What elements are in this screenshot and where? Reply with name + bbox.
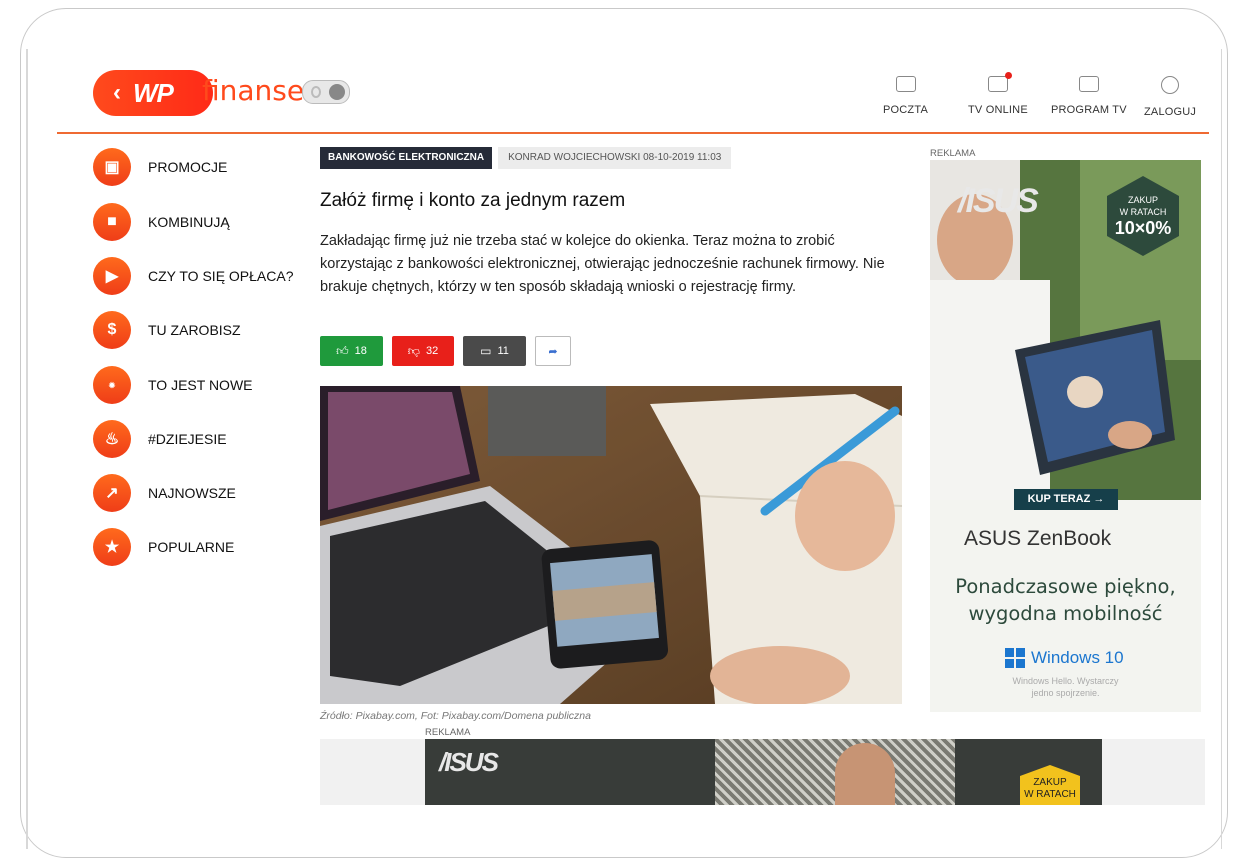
nav-label: POCZTA — [883, 104, 928, 116]
ad-label: REKLAMA — [930, 148, 976, 159]
mail-icon — [895, 76, 916, 92]
dollar-icon: $ — [93, 311, 131, 349]
sidebar-item-to-jest-nowe[interactable]: ✹ TO JEST NOWE — [93, 366, 253, 404]
windows-label: Windows 10 — [1031, 648, 1124, 667]
wp-logo: WP — [133, 77, 174, 108]
asus-logo: /ISUS — [958, 182, 1039, 220]
category-tag[interactable]: BANKOWOŚĆ ELEKTRONICZNA — [320, 147, 493, 169]
wallet-icon: ▣ — [93, 148, 131, 186]
ad-tagline-line: Ponadczasowe piękno, — [955, 575, 1176, 598]
fine-line: jedno spojrzenie. — [1031, 688, 1100, 698]
ad-model-image — [835, 743, 895, 805]
ad-tagline: Ponadczasowe piękno, wygodna mobilność — [930, 573, 1201, 627]
sidebar-item-label: KOMBINUJĄ — [148, 214, 230, 230]
back-arrow-icon[interactable]: ‹ — [113, 79, 121, 107]
share-button[interactable]: ➦ — [535, 336, 571, 366]
nav-zaloguj[interactable]: ZALOGUJ — [1144, 76, 1196, 118]
browser-viewport: ‹ WP finanse POCZTA TV ONLINE PROGRAM TV… — [57, 68, 1209, 805]
nav-label: PROGRAM TV — [1051, 104, 1127, 116]
fire-icon: ♨ — [93, 420, 131, 458]
sidebar-item-popularne[interactable]: ★ POPULARNE — [93, 528, 234, 566]
ad-brand: ASUS ZenBook — [964, 527, 1112, 550]
sidebar-item-label: CZY TO SIĘ OPŁACA? — [148, 268, 294, 284]
windows-badge: Windows 10 — [1005, 648, 1124, 668]
installment-badge: ZAKUP W RATACH — [1020, 765, 1080, 805]
sidebar-item-label: PROMOCJE — [148, 159, 228, 175]
dislike-count: 32 — [425, 345, 439, 357]
ad-tagline-line: wygodna mobilność — [968, 602, 1163, 625]
toggle-knob — [329, 84, 345, 100]
live-dot — [1004, 72, 1012, 79]
sidebar-item-promocje[interactable]: ▣ PROMOCJE — [93, 148, 227, 186]
windows-logo-icon — [1005, 648, 1025, 668]
thumbs-down-icon: 👎︎ — [407, 343, 420, 358]
sidebar-item-tu-zarobisz[interactable]: $ TU ZAROBISZ — [93, 311, 241, 349]
bottom-ad-banner[interactable]: /ISUS ZAKUP W RATACH — [320, 739, 1205, 805]
sidebar-item-label: POPULARNE — [148, 539, 235, 555]
tv-online-icon — [987, 72, 1012, 92]
ad-label: REKLAMA — [425, 727, 471, 738]
nav-poczta[interactable]: POCZTA — [883, 76, 928, 116]
nav-label: ZALOGUJ — [1144, 106, 1197, 118]
sidebar-item-label: #DZIEJESIE — [148, 431, 227, 447]
article-title[interactable]: Załóż firmę i konto za jednym razem — [320, 190, 625, 212]
ad-fine-print: Windows Hello. Wystarczy jedno spojrzeni… — [930, 675, 1201, 699]
reaction-bar: 👍︎ 18 👎︎ 32 ▭ 11 ➦ — [320, 336, 580, 366]
share-icon: ➦ — [548, 345, 558, 358]
comment-icon: ▭ — [480, 344, 492, 358]
badge-caption: ZAKUP W RATACH — [1119, 195, 1167, 217]
article-image-illustration — [320, 386, 902, 704]
section-logo[interactable]: finanse — [202, 74, 304, 107]
comment-count: 11 — [497, 345, 509, 357]
sidebar-item-czy-to-sie-oplaca[interactable]: ▶ CZY TO SIĘ OPŁACA? — [93, 257, 294, 295]
thumbs-up-icon: 👍︎ — [336, 343, 349, 358]
wp-logo-button[interactable]: ‹ WP — [93, 70, 213, 116]
image-caption: Źródło: Pixabay.com, Fot: Pixabay.com/Do… — [320, 710, 591, 722]
theme-toggle[interactable] — [302, 80, 350, 104]
trending-up-icon: ↗ — [93, 474, 131, 512]
sidebar-item-dziejesie[interactable]: ♨ #DZIEJESIE — [93, 420, 227, 458]
nav-tv-online[interactable]: TV ONLINE — [968, 72, 1028, 116]
like-button[interactable]: 👍︎ 18 — [320, 336, 383, 366]
sidebar-item-label: TO JEST NOWE — [148, 377, 253, 393]
film-camera-icon: ■ — [93, 203, 131, 241]
badge-offer: 10×0% — [1114, 218, 1172, 238]
comments-button[interactable]: ▭ 11 — [463, 336, 526, 366]
frame-edge — [1220, 49, 1222, 849]
ad-photo: /ISUS ZAKUP W RATACH 10×0% — [930, 160, 1201, 500]
sidebar-item-najnowsze[interactable]: ↗ NAJNOWSZE — [93, 474, 236, 512]
sidebar-item-kombinuja[interactable]: ■ KOMBINUJĄ — [93, 203, 230, 241]
article-lead: Zakładając firmę już nie trzeba stać w k… — [320, 233, 885, 295]
dislike-button[interactable]: 👎︎ 32 — [392, 336, 454, 366]
right-ad[interactable]: /ISUS ZAKUP W RATACH 10×0% KUP TERAZ → A… — [930, 160, 1201, 712]
user-login-icon — [1161, 76, 1180, 94]
sidebar-item-label: NAJNOWSZE — [148, 485, 236, 501]
author-date: KONRAD WOJCIECHOWSKI 08-10-2019 11:03 — [498, 147, 732, 169]
buy-now-button[interactable]: KUP TERAZ → — [1014, 489, 1118, 510]
sidebar-item-label: TU ZAROBISZ — [148, 322, 241, 338]
new-badge-icon: ✹ — [93, 366, 131, 404]
article-image[interactable] — [320, 386, 902, 704]
toggle-off-icon — [311, 86, 321, 98]
nav-label: TV ONLINE — [968, 104, 1028, 116]
frame-edge — [26, 49, 28, 849]
site-header: ‹ WP finanse POCZTA TV ONLINE PROGRAM TV… — [57, 68, 1209, 134]
asus-logo: /ISUS — [439, 747, 499, 777]
tv-program-icon — [1078, 76, 1099, 92]
nav-program-tv[interactable]: PROGRAM TV — [1051, 76, 1127, 116]
fine-line: Windows Hello. Wystarczy — [1012, 676, 1119, 686]
bottom-ad-creative[interactable]: /ISUS ZAKUP W RATACH — [425, 739, 1102, 805]
article-meta-row: BANKOWOŚĆ ELEKTRONICZNA KONRAD WOJCIECHO… — [320, 147, 732, 169]
play-icon: ▶ — [93, 257, 131, 295]
like-count: 18 — [354, 345, 367, 357]
star-icon: ★ — [93, 528, 131, 566]
